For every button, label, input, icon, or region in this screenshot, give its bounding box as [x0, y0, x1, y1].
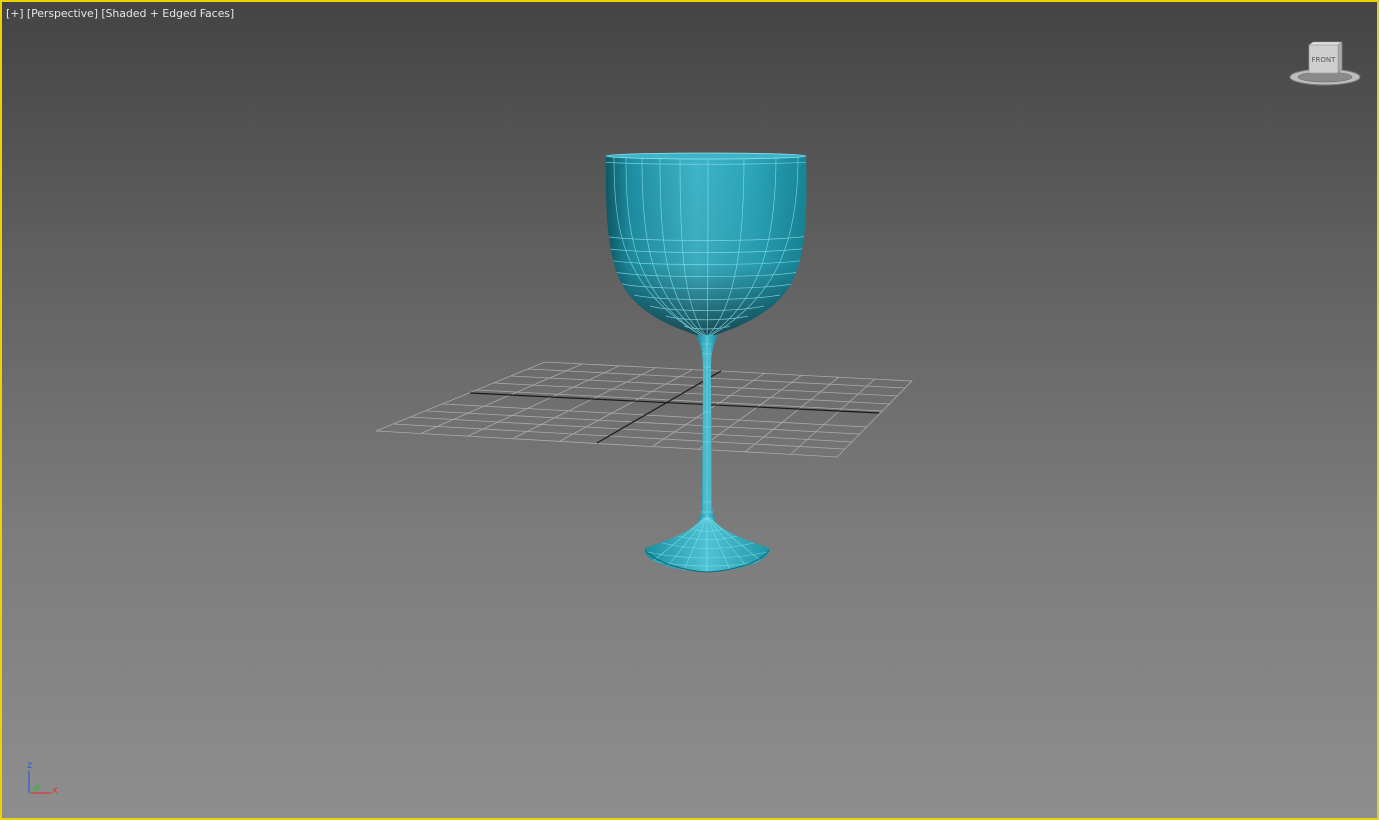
perspective-viewport[interactable]: [+] [Perspective] [Shaded + Edged Faces]	[0, 0, 1379, 820]
scene-canvas[interactable]: z y x	[2, 2, 1377, 818]
goblet-foot[interactable]	[644, 517, 770, 573]
goblet-stem[interactable]	[696, 335, 718, 520]
axis-y-label: y	[35, 781, 41, 792]
home-grid	[375, 361, 913, 458]
goblet-bowl[interactable]	[602, 152, 810, 338]
axis-z-label: z	[27, 760, 32, 771]
viewcube-front-label: FRONT	[1312, 56, 1337, 64]
viewcube[interactable]: FRONT	[1288, 40, 1364, 90]
axis-x-label: x	[52, 785, 58, 796]
axis-tripod: z y x	[27, 760, 58, 796]
